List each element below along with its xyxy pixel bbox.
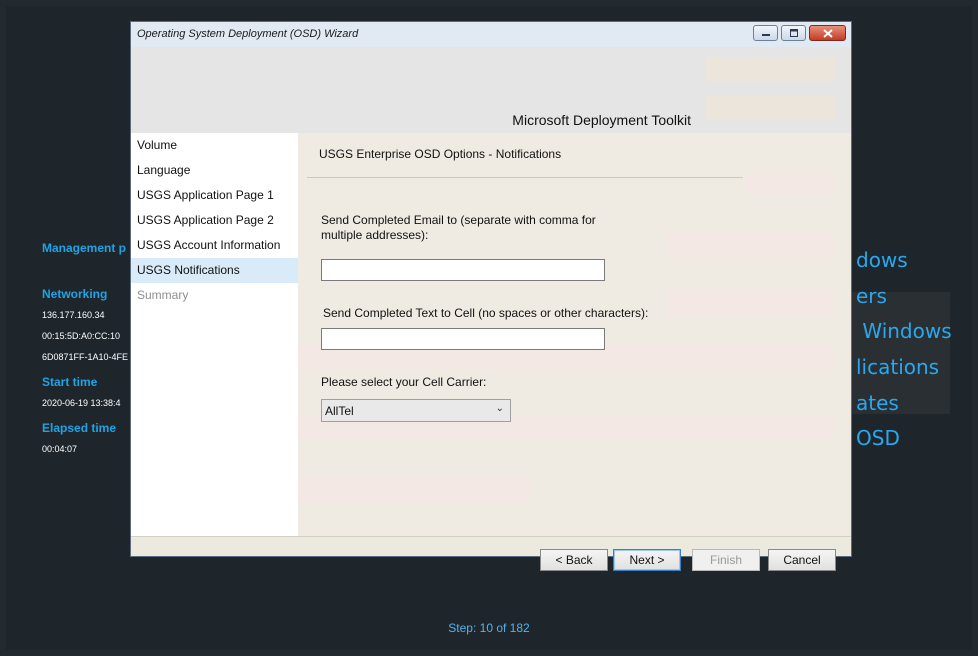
bg-start-time-value: 2020-06-19 13:38:4 [42,398,121,408]
banner: Microsoft Deployment Toolkit [131,47,851,133]
bg-uuid: 6D0871FF-1A10-4FE [42,352,129,362]
bg-start-time-label: Start time [42,375,98,389]
minimize-button[interactable] [753,25,778,41]
brand-label: Microsoft Deployment Toolkit [512,112,691,128]
cancel-button[interactable]: Cancel [768,549,836,571]
nav-item-account-information[interactable]: USGS Account Information [131,233,298,258]
email-label: Send Completed Email to (separate with c… [321,213,596,242]
maximize-icon [789,29,798,37]
step-indicator: Step: 10 of 182 [448,621,530,635]
carrier-label: Please select your Cell Carrier: [321,375,487,389]
finish-button[interactable]: Finish [692,549,760,571]
next-button[interactable]: Next > [613,549,681,571]
wizard-footer: < Back Next > Finish Cancel [131,536,851,571]
bg-management-label: Management p [42,241,127,255]
page-content: USGS Enterprise OSD Options - Notificati… [298,133,851,536]
nav-item-notifications[interactable]: USGS Notifications [131,258,298,283]
carrier-selected-value: AllTel [325,404,354,418]
nav-item-volume[interactable]: Volume [131,133,298,158]
chevron-down-icon: ⌄ [495,403,504,414]
bg-right-item: lications [856,355,940,379]
bg-networking-label: Networking [42,287,108,301]
bg-right-item: dows [856,248,908,272]
wizard-client-area: Microsoft Deployment Toolkit Volume Lang… [131,47,851,571]
bg-right-item: Windows [856,319,952,343]
wizard-window: Operating System Deployment (OSD) Wizard… [130,21,852,571]
bg-elapsed-time-label: Elapsed time [42,421,117,435]
wizard-nav: Volume Language USGS Application Page 1 … [131,133,298,536]
nav-item-application-page-2[interactable]: USGS Application Page 2 [131,208,298,233]
close-icon [822,28,833,38]
bg-right-item: ers [856,284,887,308]
nav-item-application-page-1[interactable]: USGS Application Page 1 [131,183,298,208]
carrier-select[interactable]: AllTel ⌄ [321,399,511,422]
bg-right-item: ates [856,391,899,415]
bg-ip-address: 136.177.160.34 [42,310,105,320]
bg-mac-address: 00:15:5D:A0:CC:10 [42,331,121,341]
close-button[interactable] [809,25,846,41]
bg-elapsed-time-value: 00:04:07 [42,444,78,454]
email-input[interactable] [321,259,605,281]
nav-item-summary[interactable]: Summary [131,283,298,308]
minimize-icon [761,34,770,36]
title-divider [307,177,743,178]
cell-number-input[interactable] [321,328,605,350]
bg-right-item: OSD [856,426,900,450]
page-title: USGS Enterprise OSD Options - Notificati… [319,147,562,161]
text-cell-label: Send Completed Text to Cell (no spaces o… [323,306,649,320]
window-title: Operating System Deployment (OSD) Wizard [137,28,359,40]
back-button[interactable]: < Back [540,549,608,571]
title-bar[interactable]: Operating System Deployment (OSD) Wizard [131,22,851,47]
maximize-button[interactable] [781,25,806,41]
nav-item-language[interactable]: Language [131,158,298,183]
